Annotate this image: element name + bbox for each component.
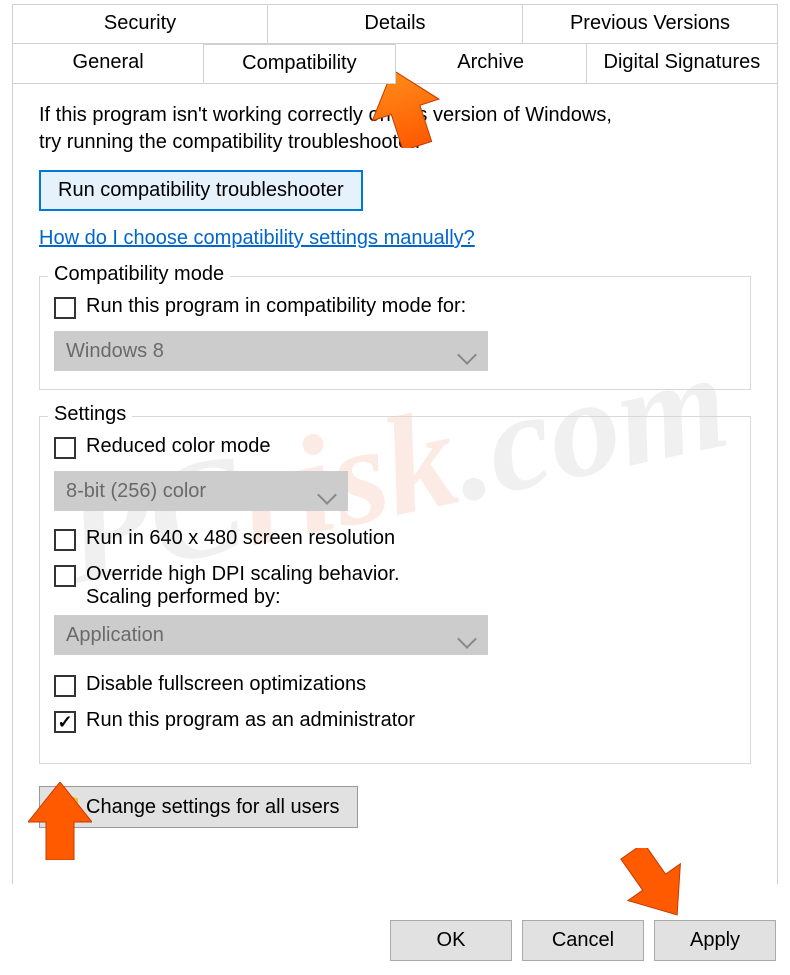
dpi-line2: Scaling performed by:: [86, 586, 281, 608]
checkbox-disable-fullscreen[interactable]: [54, 675, 76, 697]
group-settings-legend: Settings: [48, 403, 132, 426]
checkbox-low-res[interactable]: [54, 529, 76, 551]
tab-previous-versions[interactable]: Previous Versions: [523, 4, 778, 44]
compatibility-page: If this program isn't working correctly …: [12, 84, 778, 884]
checkbox-run-as-admin[interactable]: [54, 711, 76, 733]
run-troubleshooter-button[interactable]: Run compatibility troubleshooter: [39, 170, 363, 211]
combo-dpi-scaling[interactable]: Application: [54, 615, 488, 655]
label-run-as-admin: Run this program as an administrator: [86, 709, 415, 732]
chevron-down-icon: [317, 485, 337, 505]
tab-security[interactable]: Security: [12, 4, 268, 44]
dialog-footer: OK Cancel Apply: [390, 920, 776, 961]
intro-text: If this program isn't working correctly …: [39, 102, 751, 156]
tab-compatibility[interactable]: Compatibility: [204, 44, 395, 84]
ok-button[interactable]: OK: [390, 920, 512, 961]
properties-dialog: PCrisk.com Security Details Previous Ver…: [0, 0, 790, 975]
group-compatibility-legend: Compatibility mode: [48, 263, 230, 286]
combo-color-depth[interactable]: 8-bit (256) color: [54, 471, 348, 511]
change-settings-all-users-button[interactable]: Change settings for all users: [39, 786, 358, 828]
checkbox-dpi-override[interactable]: [54, 565, 76, 587]
group-compatibility-mode: Compatibility mode Run this program in c…: [39, 276, 751, 390]
apply-button[interactable]: Apply: [654, 920, 776, 961]
combo-windows-version-value: Windows 8: [66, 340, 164, 363]
intro-line2: try running the compatibility troublesho…: [39, 131, 420, 153]
dpi-line1: Override high DPI scaling behavior.: [86, 563, 400, 585]
tab-digital-signatures[interactable]: Digital Signatures: [587, 44, 778, 84]
tab-general[interactable]: General: [12, 44, 204, 84]
help-link[interactable]: How do I choose compatibility settings m…: [39, 227, 475, 250]
chevron-down-icon: [457, 629, 477, 649]
label-disable-fullscreen: Disable fullscreen optimizations: [86, 673, 366, 696]
cancel-button[interactable]: Cancel: [522, 920, 644, 961]
intro-line1: If this program isn't working correctly …: [39, 104, 612, 126]
checkbox-reduced-color[interactable]: [54, 437, 76, 459]
label-compat-mode: Run this program in compatibility mode f…: [86, 295, 466, 318]
label-low-res: Run in 640 x 480 screen resolution: [86, 527, 395, 550]
label-dpi-override: Override high DPI scaling behavior. Scal…: [86, 563, 400, 609]
label-reduced-color: Reduced color mode: [86, 435, 271, 458]
change-all-users-label: Change settings for all users: [86, 796, 339, 818]
shield-icon: [58, 795, 78, 817]
tab-archive[interactable]: Archive: [396, 44, 587, 84]
tab-details[interactable]: Details: [268, 4, 523, 44]
combo-windows-version[interactable]: Windows 8: [54, 331, 488, 371]
group-settings: Settings Reduced color mode 8-bit (256) …: [39, 416, 751, 764]
combo-color-depth-value: 8-bit (256) color: [66, 480, 206, 503]
tab-strip: Security Details Previous Versions Gener…: [0, 0, 790, 84]
checkbox-compat-mode[interactable]: [54, 297, 76, 319]
chevron-down-icon: [457, 345, 477, 365]
combo-dpi-scaling-value: Application: [66, 624, 164, 647]
